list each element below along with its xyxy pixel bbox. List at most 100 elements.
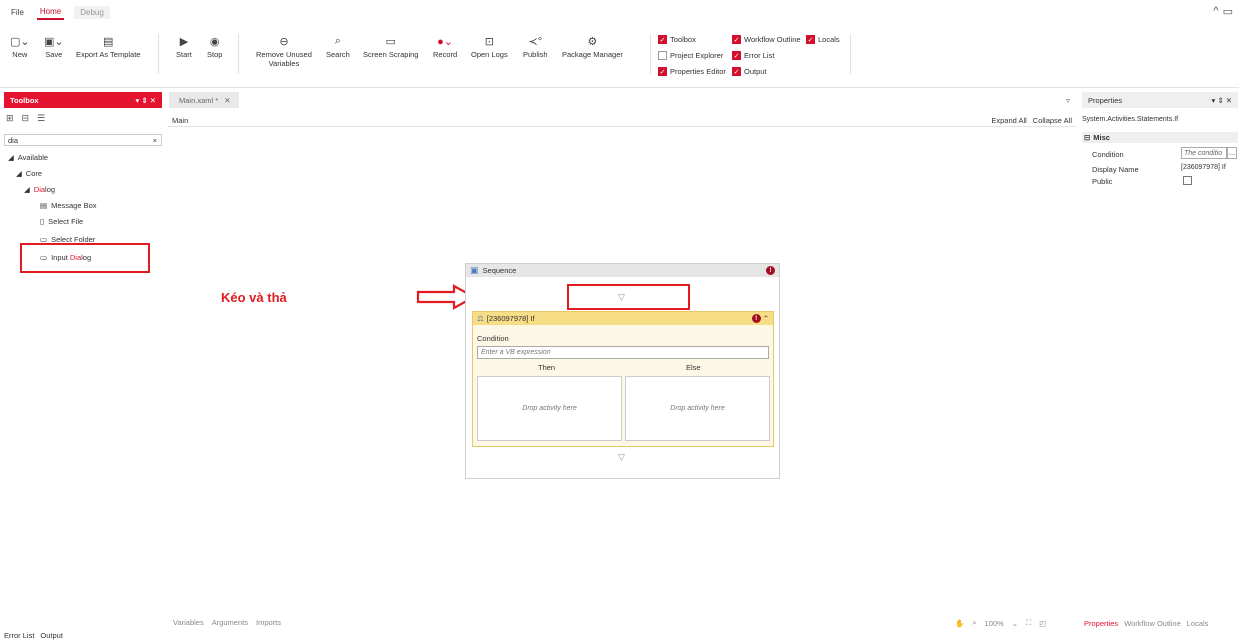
tab-imports[interactable]: Imports: [256, 618, 281, 627]
search-icon: ⌕: [334, 34, 341, 47]
toggle-error-list[interactable]: ✓ Error List: [732, 51, 774, 60]
else-label: Else: [686, 363, 701, 372]
restore-window-icon[interactable]: ▭: [1223, 5, 1233, 18]
property-display-name-label: Display Name: [1092, 165, 1139, 174]
remove-unused-variables-button[interactable]: ⊖ Remove Unused Variables: [256, 32, 312, 69]
checkbox-checked-icon: ✓: [732, 35, 741, 44]
collapse-all-link[interactable]: Collapse All: [1033, 116, 1072, 125]
export-template-button[interactable]: ▤ Export As Template: [76, 32, 140, 60]
collapse-all-icon[interactable]: ⊟: [22, 113, 30, 124]
zoom-search-icon[interactable]: ⌕: [972, 618, 976, 628]
toggle-toolbox[interactable]: ✓ Toolbox: [658, 35, 696, 44]
tab-variables[interactable]: Variables: [173, 618, 204, 627]
properties-header: Properties ▾ ⇕ ✕: [1082, 92, 1238, 108]
tree-core[interactable]: ◢ Core: [16, 169, 42, 178]
drop-arrow-icon[interactable]: ▽: [618, 452, 625, 463]
new-button[interactable]: ▢⌄ New: [10, 32, 30, 60]
filter-icon[interactable]: ▿: [1066, 96, 1070, 105]
breadcrumb[interactable]: Main: [172, 116, 188, 125]
menu-file[interactable]: File: [8, 6, 27, 19]
collapse-chevron-icon[interactable]: ⌃: [763, 314, 769, 323]
ribbon-divider: [650, 34, 651, 74]
property-condition-label: Condition: [1092, 150, 1124, 159]
new-icon: ▢⌄: [10, 35, 30, 48]
export-icon: ▤: [103, 35, 114, 48]
expanded-triangle-icon: ◢: [24, 185, 30, 194]
designer-bottom-tabs: Variables Arguments Imports: [173, 618, 281, 627]
package-manager-button[interactable]: ⚙ Package Manager: [562, 32, 623, 60]
property-public-label: Public: [1092, 177, 1113, 186]
tab-arguments[interactable]: Arguments: [212, 618, 248, 627]
sequence-icon: ▣: [470, 265, 479, 275]
activity-message-box[interactable]: ▤ Message Box: [40, 201, 97, 210]
close-tab-icon[interactable]: ✕: [224, 96, 230, 105]
tab-properties[interactable]: Properties: [1084, 619, 1118, 628]
screen-scraping-button[interactable]: ▭ Screen Scraping: [363, 32, 418, 60]
open-logs-button[interactable]: ⊡ Open Logs: [471, 32, 508, 60]
clear-search-icon[interactable]: ×: [153, 136, 157, 145]
tab-locals[interactable]: Locals: [1187, 619, 1209, 628]
drag-drop-annotation: Kéo và thả: [221, 290, 287, 305]
status-tabs: Error List Output: [4, 631, 63, 640]
expression-editor-button[interactable]: …: [1227, 147, 1237, 159]
tree-dialog[interactable]: ◢ Dialog: [24, 185, 55, 194]
start-button[interactable]: ▶ Start: [176, 32, 192, 60]
zoom-level[interactable]: 100%: [985, 619, 1004, 628]
else-drop-zone[interactable]: Drop activity here: [625, 376, 770, 441]
sequence-header: ▣ Sequence !: [466, 264, 779, 277]
tab-main-xaml[interactable]: Main.xaml * ✕: [169, 92, 239, 108]
tab-output[interactable]: Output: [40, 631, 63, 640]
pan-hand-icon[interactable]: ✋: [955, 619, 964, 628]
if-activity[interactable]: ⚖ [236097978] If ! ⌃ Condition Enter a V…: [472, 311, 774, 447]
collapse-box-icon: ⊟: [1084, 133, 1091, 142]
tree-available[interactable]: ◢ Available: [8, 153, 48, 162]
tab-workflow-outline[interactable]: Workflow Outline: [1124, 619, 1181, 628]
highlight-input-dialog: [20, 243, 150, 273]
play-icon: ▶: [179, 35, 189, 48]
property-category[interactable]: ⊟ Misc: [1082, 132, 1238, 143]
activity-type: System.Activities.Statements.If: [1082, 116, 1179, 123]
then-drop-zone[interactable]: Drop activity here: [477, 376, 622, 441]
record-icon: ●⌄: [437, 35, 454, 48]
toggle-workflow-outline[interactable]: ✓ Workflow Outline: [732, 35, 801, 44]
window-controls: ^ ▭: [1213, 5, 1233, 18]
save-button[interactable]: ▣⌄ Save: [44, 32, 64, 60]
zoom-dropdown-icon[interactable]: ⌄: [1012, 619, 1018, 628]
expanded-triangle-icon: ◢: [8, 153, 14, 162]
overview-icon[interactable]: ◰: [1039, 619, 1046, 628]
toggle-properties-editor[interactable]: ✓ Properties Editor: [658, 67, 726, 76]
remove-icon: ⊖: [279, 35, 289, 48]
fit-to-screen-icon[interactable]: ⛶: [1026, 618, 1031, 628]
tab-error-list[interactable]: Error List: [4, 631, 34, 640]
record-button[interactable]: ●⌄ Record: [433, 32, 457, 60]
property-public-checkbox[interactable]: [1183, 176, 1192, 185]
ribbon-divider: [158, 34, 159, 74]
list-view-icon[interactable]: ☰: [37, 113, 45, 124]
menu-debug[interactable]: Debug: [74, 5, 110, 19]
toggle-output[interactable]: ✓ Output: [732, 67, 767, 76]
expand-all-icon[interactable]: ⊞: [6, 113, 14, 124]
toolbox-toolbar: ⊞ ⊟ ☰: [6, 113, 45, 124]
stop-button[interactable]: ◉ Stop: [207, 32, 222, 60]
if-header: ⚖ [236097978] If ! ⌃: [473, 312, 773, 325]
property-display-name-input[interactable]: [236097978] If: [1181, 164, 1226, 171]
toggle-locals[interactable]: ✓ Locals: [806, 35, 840, 44]
toolbox-search-input[interactable]: dia ×: [4, 134, 162, 146]
condition-input[interactable]: Enter a VB expression: [477, 346, 769, 359]
checkbox-checked-icon: ✓: [732, 67, 741, 76]
property-condition-input[interactable]: The conditio: [1181, 147, 1227, 159]
publish-icon: ≺°: [528, 35, 543, 48]
search-button[interactable]: ⌕ Search: [326, 32, 350, 60]
ribbon-divider: [238, 34, 239, 74]
menu-home[interactable]: Home: [36, 5, 65, 20]
activity-select-file[interactable]: ▯ Select File: [40, 217, 83, 226]
publish-button[interactable]: ≺° Publish: [523, 32, 548, 60]
right-panel-tabs: Properties Workflow Outline Locals: [1084, 619, 1208, 628]
collapse-ribbon-icon[interactable]: ^: [1213, 5, 1218, 18]
toggle-project-explorer[interactable]: Project Explorer: [658, 51, 723, 60]
expand-all-link[interactable]: Expand All: [991, 116, 1026, 125]
expanded-triangle-icon: ◢: [16, 169, 22, 178]
zoom-controls: ✋ ⌕ 100% ⌄ ⛶ ◰: [955, 618, 1046, 628]
panel-controls-icon[interactable]: ▾ ⇕ ✕: [135, 96, 156, 105]
panel-controls-icon[interactable]: ▾ ⇕ ✕: [1211, 96, 1232, 105]
